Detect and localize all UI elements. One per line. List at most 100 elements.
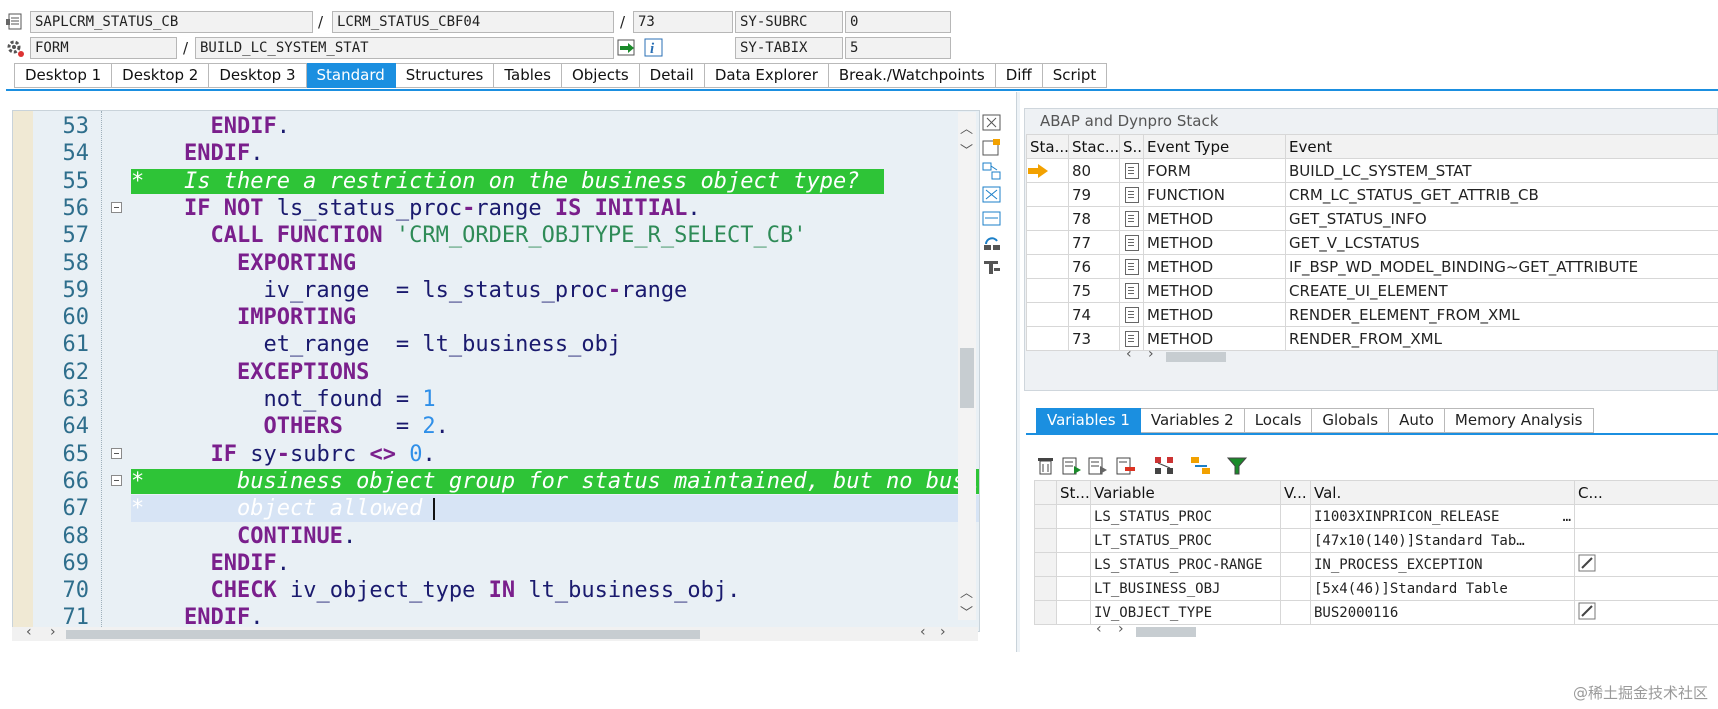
variable-value[interactable]: IN_PROCESS_EXCEPTION	[1310, 552, 1575, 577]
code-line[interactable]: 56 IF NOT ls_status_proc-range IS INITIA…	[13, 195, 979, 222]
scroll-left-icon[interactable]: ‹	[26, 624, 32, 640]
tab-desktop-3[interactable]: Desktop 3	[209, 63, 307, 88]
tab-desktop-1[interactable]: Desktop 1	[14, 63, 113, 88]
stack-row[interactable]: 77 METHOD GET_V_LCSTATUS	[1026, 230, 1718, 255]
column-header[interactable]: Val.	[1310, 480, 1575, 505]
tab-memory-analysis[interactable]: Memory Analysis	[1444, 408, 1594, 433]
code-line[interactable]: 67 * object allowed	[13, 495, 979, 523]
info-icon[interactable]: i	[644, 38, 664, 62]
column-header[interactable]: V...	[1280, 480, 1311, 505]
tab-locals[interactable]: Locals	[1244, 408, 1313, 433]
scroll-up-icon[interactable]: ︿	[960, 118, 973, 137]
transfer-icon[interactable]	[1190, 456, 1212, 476]
code-line[interactable]: 63 not_found = 1	[13, 386, 979, 413]
variable-name[interactable]: LT_STATUS_PROC	[1090, 528, 1281, 553]
variables-horizontal-scrollbar[interactable]: ‹ ›	[1090, 621, 1200, 639]
scroll-down-icon[interactable]: ﹀	[960, 602, 973, 621]
code-line[interactable]: 62 EXCEPTIONS	[13, 359, 979, 386]
event-type-field[interactable]: FORM	[30, 37, 177, 59]
tab-objects[interactable]: Objects	[561, 63, 640, 88]
source-code-icon[interactable]	[1125, 307, 1139, 323]
edit-icon[interactable]	[1578, 554, 1596, 576]
pane-splitter[interactable]	[1016, 92, 1020, 652]
navigate-icon[interactable]	[617, 38, 637, 62]
code-line[interactable]: 65 IF sy-subrc <> 0.	[13, 441, 979, 468]
variable-row[interactable]: LT_BUSINESS_OBJ [5x4(46)]Standard Table	[1034, 576, 1718, 601]
sysvar-value-field[interactable]: 0	[845, 11, 951, 33]
stack-row[interactable]: 80 FORM BUILD_LC_SYSTEM_STAT	[1026, 158, 1718, 183]
column-header[interactable]: S..	[1119, 134, 1144, 159]
row-selector[interactable]	[1034, 600, 1057, 625]
variable-value[interactable]: BUS2000116	[1310, 600, 1575, 625]
tools-icon[interactable]	[982, 258, 1002, 276]
stack-row[interactable]: 78 METHOD GET_STATUS_INFO	[1026, 206, 1718, 231]
tab-auto[interactable]: Auto	[1389, 408, 1445, 433]
collapse-block-icon[interactable]	[111, 447, 122, 459]
variable-name[interactable]: LT_BUSINESS_OBJ	[1090, 576, 1281, 601]
load-variables-icon[interactable]	[1062, 456, 1082, 476]
sysvar-name-field[interactable]: SY-TABIX	[735, 37, 843, 59]
stack-row[interactable]: 75 METHOD CREATE_UI_ELEMENT	[1026, 278, 1718, 303]
tab-globals[interactable]: Globals	[1312, 408, 1390, 433]
event-name-field[interactable]: BUILD_LC_SYSTEM_STAT	[195, 37, 614, 59]
editor-vertical-scrollbar[interactable]: ︿ ﹀ ︿ ﹀	[958, 112, 976, 621]
column-header[interactable]: C...	[1574, 480, 1718, 505]
scroll-thumb[interactable]	[66, 630, 700, 639]
column-header[interactable]: Sta...	[1026, 134, 1069, 159]
variable-value[interactable]: [47x10(140)]Standard Tab…	[1310, 528, 1575, 553]
scroll-thumb[interactable]	[1136, 627, 1196, 637]
row-selector[interactable]	[1034, 552, 1057, 577]
stack-horizontal-scrollbar[interactable]: ‹ ›	[1120, 346, 1230, 364]
column-header[interactable]: Variable	[1090, 480, 1281, 505]
variable-value[interactable]: I1003XINPRICON_RELEASE …	[1310, 504, 1575, 529]
stack-row[interactable]: 74 METHOD RENDER_ELEMENT_FROM_XML	[1026, 302, 1718, 327]
tab-structures[interactable]: Structures	[395, 63, 495, 88]
edit-icon[interactable]	[1578, 602, 1596, 624]
collapse-block-icon[interactable]	[111, 201, 122, 213]
column-header[interactable]: St...	[1056, 480, 1091, 505]
scroll-left-icon[interactable]: ‹	[920, 624, 926, 640]
code-line[interactable]: 61 et_range = lt_business_obj	[13, 331, 979, 358]
tab-script[interactable]: Script	[1042, 63, 1108, 88]
tab-data-explorer[interactable]: Data Explorer	[704, 63, 829, 88]
scroll-thumb[interactable]	[1166, 352, 1226, 362]
sysvar-name-field[interactable]: SY-SUBRC	[735, 11, 843, 33]
source-code-icon[interactable]	[1125, 331, 1139, 347]
tab-standard[interactable]: Standard	[306, 63, 396, 88]
code-editor[interactable]: 53 ENDIF. 54 ENDIF. 55 * Is there a restric…	[12, 110, 980, 632]
source-code-icon[interactable]	[1125, 235, 1139, 251]
source-code-icon[interactable]	[1125, 211, 1139, 227]
row-selector[interactable]	[1034, 576, 1057, 601]
source-code-icon[interactable]	[1125, 259, 1139, 275]
scroll-right-icon[interactable]: ›	[50, 624, 56, 640]
close-icon[interactable]	[982, 114, 1002, 132]
code-line[interactable]: 54 ENDIF.	[13, 140, 979, 167]
refresh-icon[interactable]	[982, 234, 1002, 252]
tab-desktop-2[interactable]: Desktop 2	[112, 63, 210, 88]
column-header[interactable]: Event Type	[1143, 134, 1286, 159]
code-line[interactable]: 68 CONTINUE.	[13, 523, 979, 550]
source-code-icon[interactable]	[1125, 283, 1139, 299]
stack-row[interactable]: 79 FUNCTION CRM_LC_STATUS_GET_ATTRIB_CB	[1026, 182, 1718, 207]
tab-tables[interactable]: Tables	[494, 63, 562, 88]
row-selector[interactable]	[1034, 504, 1057, 529]
variable-row[interactable]: LT_STATUS_PROC [47x10(140)]Standard Tab…	[1034, 528, 1718, 553]
sysvar-value-field[interactable]: 5	[845, 37, 951, 59]
scroll-left-icon[interactable]: ‹	[1096, 621, 1102, 637]
filter-icon[interactable]	[1226, 456, 1248, 476]
tab-break-watchpoints[interactable]: Break./Watchpoints	[828, 63, 996, 88]
include-field[interactable]: LCRM_STATUS_CBF04	[332, 11, 614, 33]
code-line[interactable]: 60 IMPORTING	[13, 304, 979, 331]
source-code-icon[interactable]	[1125, 163, 1139, 179]
remove-variable-icon[interactable]	[1116, 456, 1136, 476]
source-code-icon[interactable]	[1125, 187, 1139, 203]
tab-diff[interactable]: Diff	[995, 63, 1043, 88]
scroll-thumb[interactable]	[960, 348, 974, 408]
tab-variables-2[interactable]: Variables 2	[1140, 408, 1245, 433]
scroll-down-icon[interactable]: ﹀	[960, 140, 973, 159]
swap-icon[interactable]	[982, 162, 1002, 180]
save-variables-icon[interactable]	[1088, 456, 1108, 476]
column-header[interactable]: Event	[1285, 134, 1718, 159]
scroll-left-icon[interactable]: ‹	[1126, 346, 1132, 362]
scroll-right-icon[interactable]: ›	[940, 624, 946, 640]
